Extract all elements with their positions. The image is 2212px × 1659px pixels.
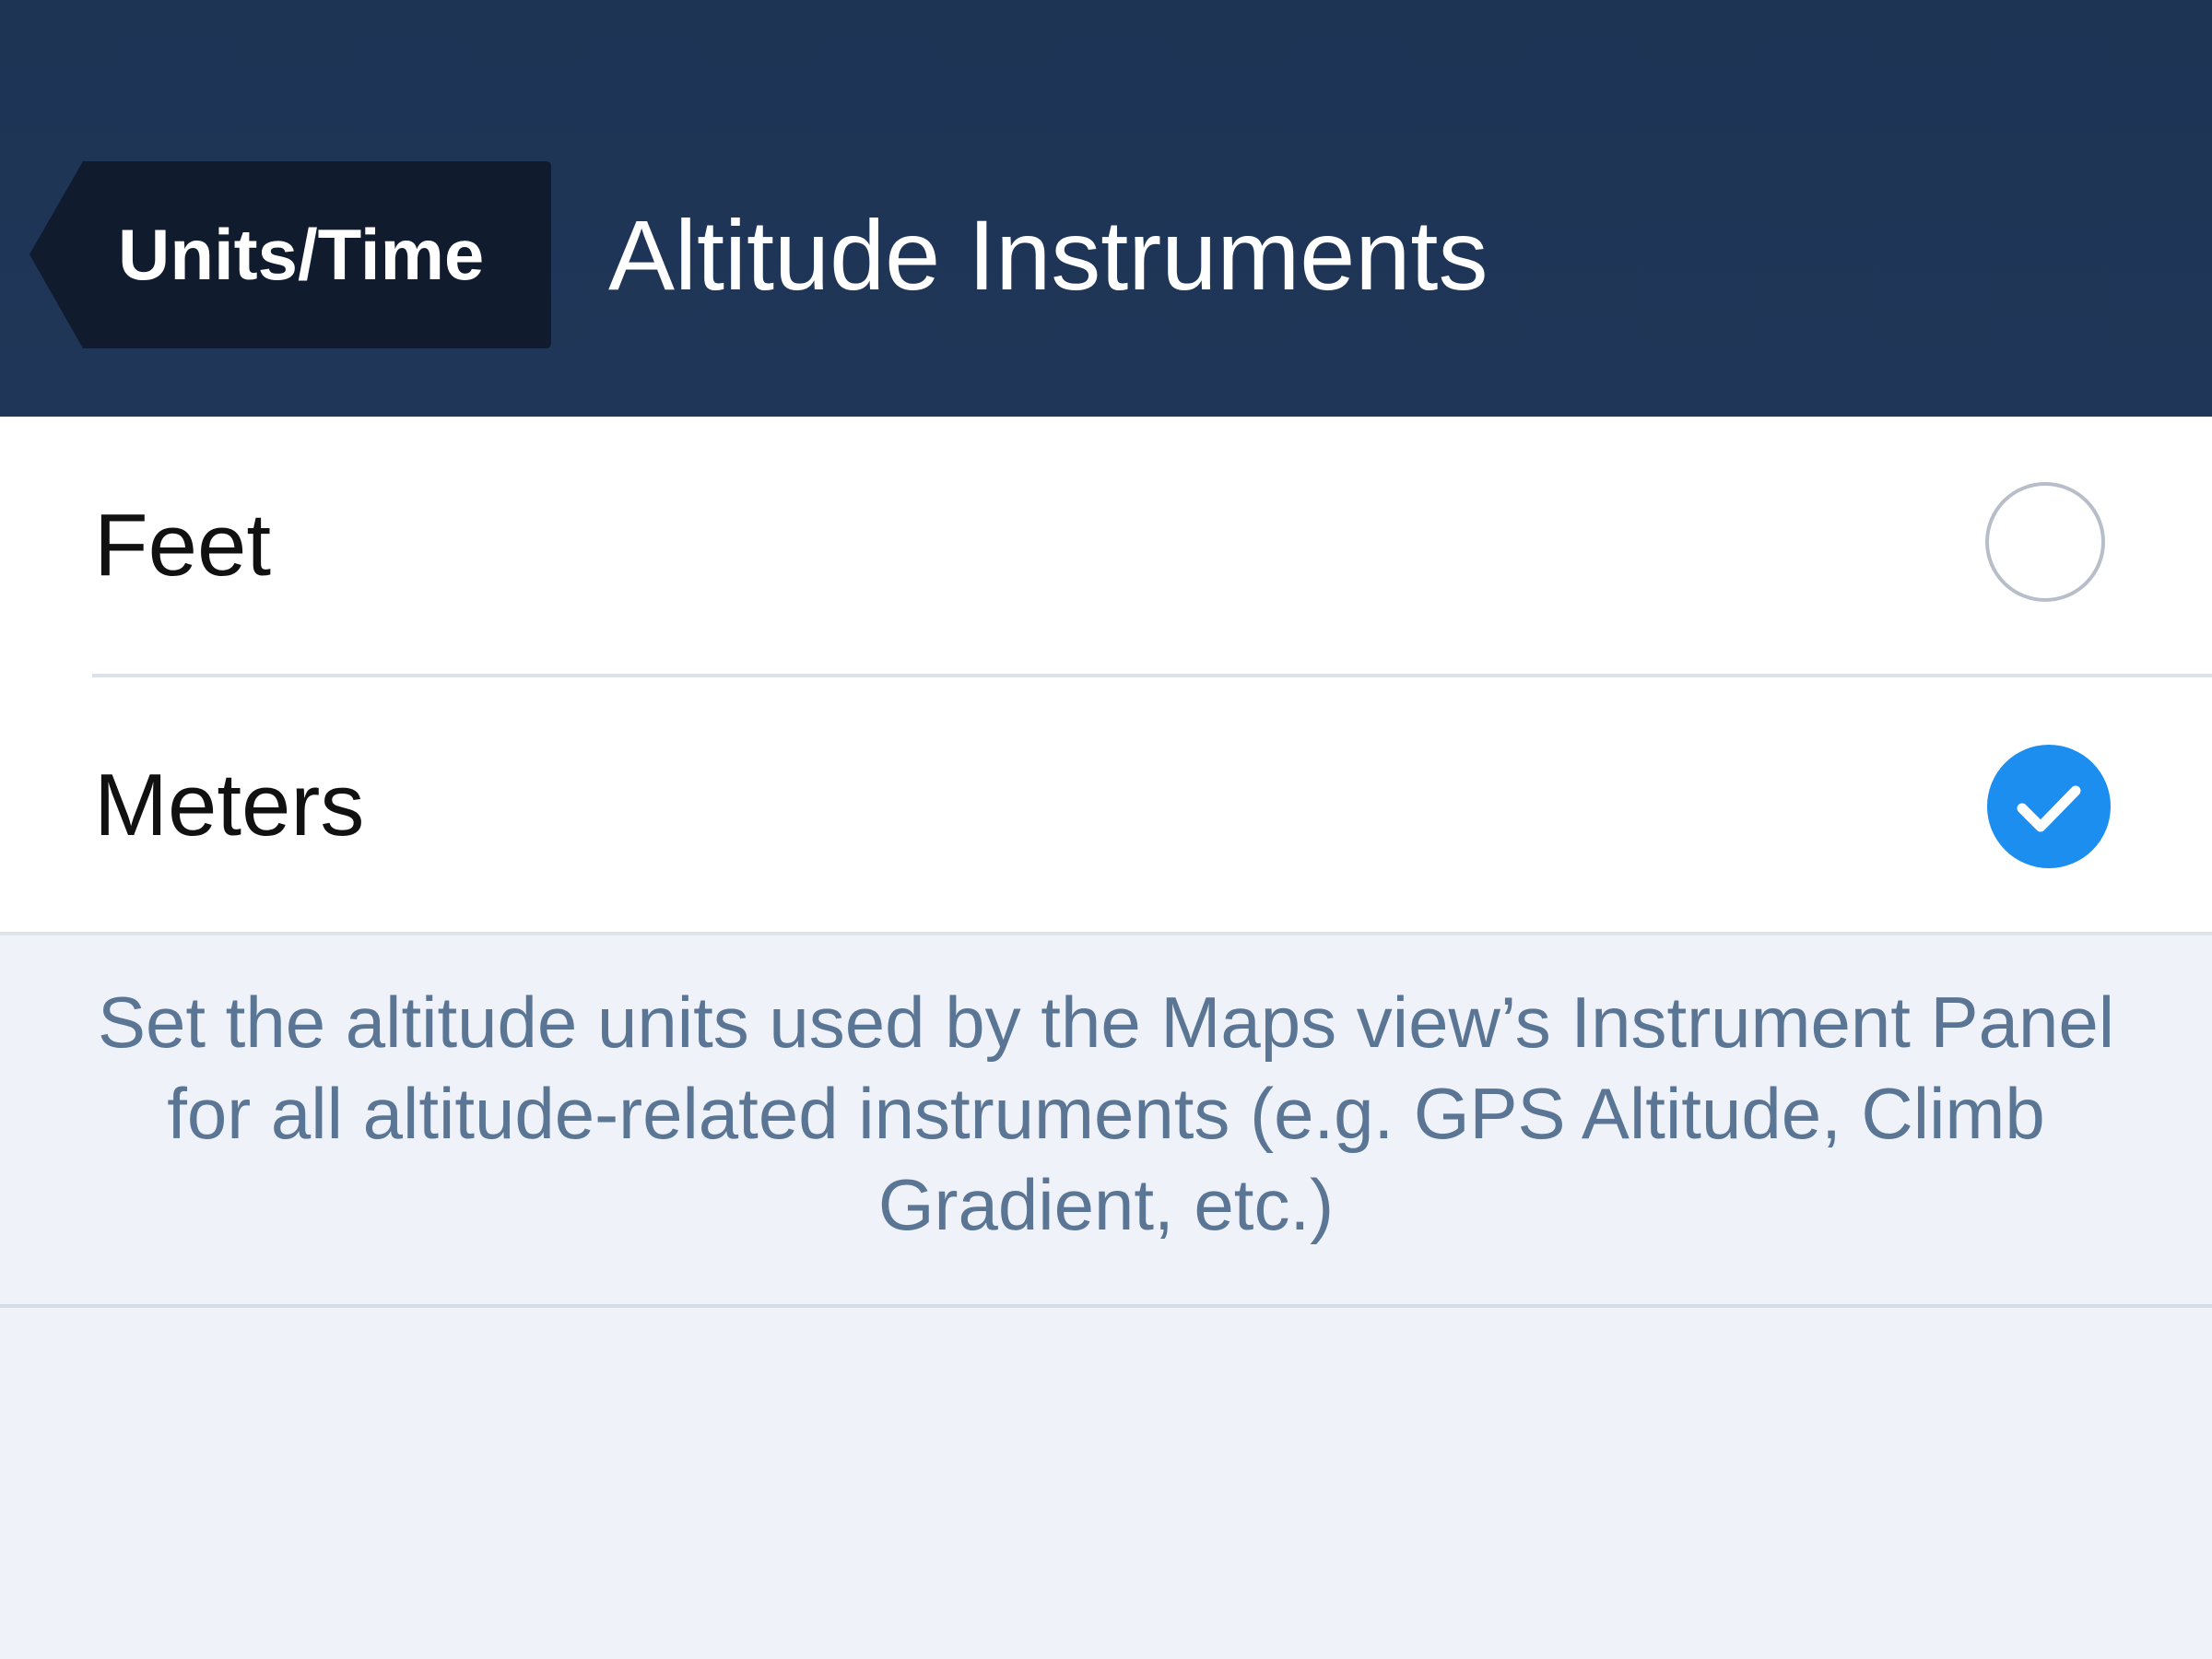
option-feet[interactable]: Feet — [0, 417, 2212, 677]
option-meters[interactable]: Meters — [0, 677, 2212, 935]
navigation-bar: Units/Time Altitude Instruments — [0, 0, 2212, 417]
page-title: Altitude Instruments — [608, 199, 1488, 311]
radio-selected-icon[interactable] — [1987, 745, 2111, 868]
section-divider — [0, 932, 2212, 935]
back-button-label: Units/Time — [118, 214, 485, 295]
section-footer-description: Set the altitude units used by the Maps … — [97, 982, 2115, 1245]
radio-unselected-icon[interactable] — [1985, 482, 2105, 602]
option-meters-label: Meters — [94, 756, 365, 854]
back-button[interactable]: Units/Time — [29, 161, 551, 348]
section-divider — [0, 1304, 2212, 1308]
option-feet-label: Feet — [94, 496, 272, 594]
altitude-units-list: Feet Meters — [0, 417, 2212, 935]
checkmark-icon — [2017, 785, 2081, 832]
